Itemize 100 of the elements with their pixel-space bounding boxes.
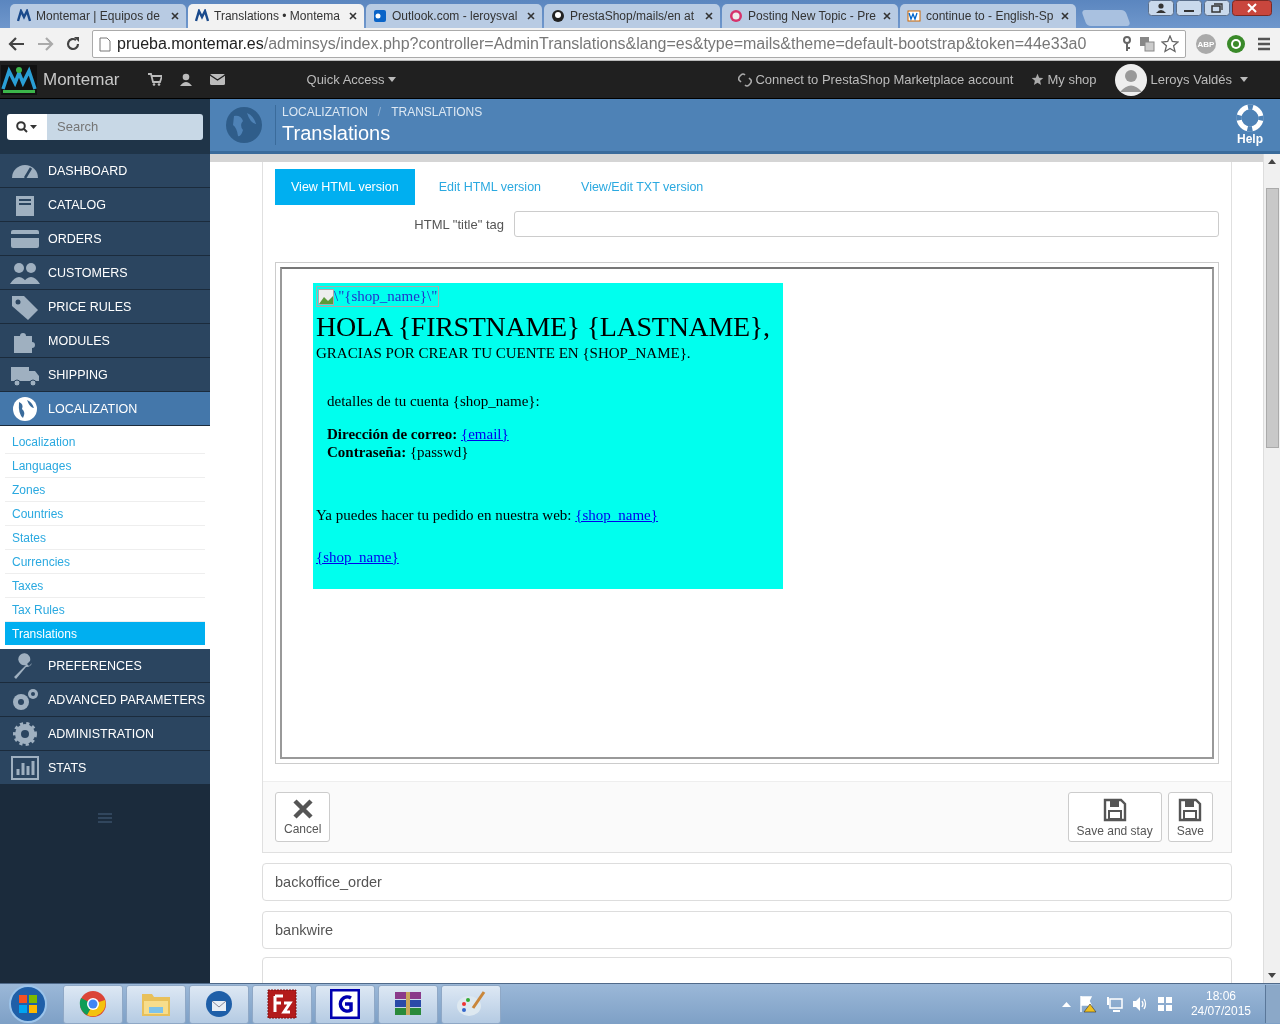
flag-warning-icon[interactable]: [1078, 995, 1097, 1013]
broken-image: \"{shop_name}\": [316, 286, 440, 307]
template-section[interactable]: bankwire: [262, 911, 1232, 949]
avatar[interactable]: [1114, 63, 1147, 96]
shop-link[interactable]: {shop_name}: [575, 506, 658, 523]
menu-item[interactable]: LOCALIZATION: [0, 392, 210, 426]
menu-item[interactable]: PREFERENCES: [0, 649, 210, 683]
menu-item[interactable]: SHIPPING: [0, 358, 210, 392]
address-bar[interactable]: prueba.montemar.es/adminsys/index.php?controller=AdminTranslations&lang=es&type=mails&theme=default-bootstrap&token=44e33a0: [92, 30, 1186, 58]
marketplace-link[interactable]: Connect to PrestaShop Marketplace account: [738, 72, 1014, 87]
browser-tab[interactable]: Posting New Topic - Pre: [722, 4, 898, 28]
start-button[interactable]: [8, 984, 48, 1024]
email-heading: HOLA {FIRSTNAME} {LASTNAME},: [316, 310, 771, 343]
menu-item[interactable]: ADMINISTRATION: [0, 717, 210, 751]
search-field[interactable]: Search: [47, 113, 203, 140]
taskbar-button[interactable]: [189, 984, 249, 1024]
translate-icon[interactable]: [1139, 36, 1155, 52]
menu-item[interactable]: CUSTOMERS: [0, 256, 210, 290]
email-subheading: GRACIAS POR CREAR TU CUENTE EN {SHOP_NAME}.: [316, 344, 692, 362]
restore-icon[interactable]: [1204, 0, 1230, 16]
folder-icon: [141, 991, 171, 1017]
taskbar-button[interactable]: [252, 984, 312, 1024]
browser-tab[interactable]: Translations • Montema: [188, 4, 364, 28]
scroll-down-icon[interactable]: [1268, 973, 1276, 978]
favicon: [195, 9, 209, 23]
url-text: prueba.montemar.es/adminsys/index.php?controller=AdminTranslations&lang=es&type=mails&theme=default-bootstrap&token=44e33a0: [117, 35, 1088, 53]
browser-tab[interactable]: PrestaShop/mails/en at: [544, 4, 720, 28]
email-link[interactable]: {email}: [461, 425, 509, 442]
close-icon[interactable]: [705, 12, 713, 20]
menu-item[interactable]: STATS: [0, 751, 210, 785]
template-section[interactable]: backoffice_order: [262, 863, 1232, 901]
taskbar-button[interactable]: [378, 984, 438, 1024]
page-icon: [99, 36, 111, 52]
menu-item[interactable]: CATALOG: [0, 188, 210, 222]
close-icon[interactable]: [883, 12, 891, 20]
palette-icon: [456, 990, 486, 1018]
email-text: detalles de tu cuenta {shop_name}:: [327, 392, 541, 410]
menu-item[interactable]: PRICE RULES: [0, 290, 210, 324]
close-icon[interactable]: [349, 12, 357, 20]
menu-item[interactable]: MODULES: [0, 324, 210, 358]
back-icon[interactable]: [8, 36, 26, 52]
user-icon[interactable]: [179, 73, 192, 86]
close-icon[interactable]: [171, 12, 179, 20]
books-stack-icon: [393, 990, 423, 1018]
minimize-icon[interactable]: [1176, 0, 1202, 16]
shop-link[interactable]: {shop_name}: [316, 548, 399, 565]
chart-icon: [10, 754, 40, 781]
password-value: {passwd}: [409, 443, 469, 460]
link-icon: [738, 72, 753, 87]
favicon: [373, 9, 387, 23]
close-icon: [291, 798, 314, 820]
user-icon[interactable]: [1148, 0, 1174, 16]
title-tag-field[interactable]: [514, 211, 1219, 237]
brand-name[interactable]: Montemar: [43, 69, 120, 90]
zigzag-tile-icon: [267, 989, 297, 1019]
favicon: [907, 9, 921, 23]
menu-item[interactable]: ORDERS: [0, 222, 210, 256]
extension-icon[interactable]: [1226, 34, 1246, 54]
star-icon: [1031, 73, 1045, 86]
reload-icon[interactable]: [64, 35, 82, 53]
star-icon[interactable]: [1161, 35, 1179, 53]
email-text: Ya puedes hacer tu pedido en nuestra web:: [316, 506, 572, 523]
page-title: Translations: [282, 122, 392, 145]
cart-icon[interactable]: [147, 73, 162, 86]
menu-item[interactable]: ADVANCED PARAMETERS: [0, 683, 210, 717]
search-icon: [16, 120, 38, 133]
close-icon[interactable]: [527, 12, 535, 20]
scroll-up-icon[interactable]: [1268, 159, 1276, 164]
save-and-stay-button[interactable]: Save and stay: [1067, 792, 1162, 842]
image-icon: [318, 288, 334, 305]
gears-icon: [10, 686, 40, 713]
cancel-button[interactable]: Cancel: [275, 792, 331, 842]
caret-icon: [1240, 77, 1248, 82]
taskbar-button[interactable]: [315, 984, 375, 1024]
tag-icon: [10, 293, 40, 320]
search-button[interactable]: [7, 113, 47, 140]
scrollbar[interactable]: [1263, 154, 1280, 983]
menu-item[interactable]: DASHBOARD: [0, 154, 210, 188]
globe-icon: [10, 395, 40, 422]
quick-access-menu[interactable]: Quick Access: [306, 72, 396, 87]
password-label: Contraseña:: [327, 443, 407, 460]
field-label: HTML "title" tag: [413, 216, 504, 232]
logo-icon[interactable]: [1, 64, 37, 95]
globe-icon: [225, 106, 263, 144]
close-icon[interactable]: [1232, 0, 1272, 16]
browser-tab[interactable]: Outlook.com - leroysval: [366, 4, 542, 28]
browser-tab[interactable]: continue to - English-Sp: [900, 4, 1076, 28]
help-button[interactable]: Help: [1236, 104, 1264, 146]
browser-tab[interactable]: Montemar | Equipos de: [10, 4, 186, 28]
save-button[interactable]: Save: [1167, 792, 1213, 842]
envelope-icon[interactable]: [209, 74, 225, 85]
bird-envelope-icon: [205, 990, 233, 1018]
scroll-thumb[interactable]: [1265, 188, 1279, 448]
menu-icon[interactable]: [1256, 37, 1272, 51]
user-menu[interactable]: Leroys Valdés: [1150, 72, 1248, 87]
breadcrumb-separator: /: [377, 105, 382, 119]
key-icon[interactable]: [1121, 36, 1133, 52]
favicon: [729, 9, 743, 23]
close-icon[interactable]: [1061, 12, 1069, 20]
my-shop-link[interactable]: My shop: [1031, 72, 1097, 87]
